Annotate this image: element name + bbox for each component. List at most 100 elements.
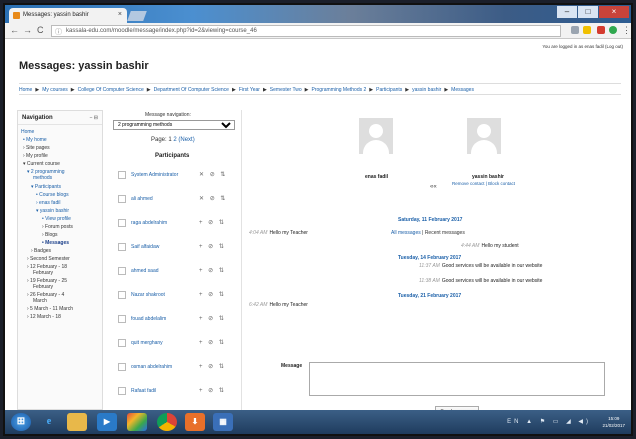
nav-item-week-12-mar[interactable]: › 12 March - 18: [27, 314, 61, 320]
participant-name-link[interactable]: ali ahmed: [131, 196, 153, 202]
breadcrumb-item[interactable]: College Of Computer Science: [78, 87, 144, 93]
breadcrumb-item[interactable]: Participants: [376, 87, 402, 93]
nav-item-view-profile[interactable]: • View profile: [42, 216, 71, 222]
participant-contact-actions-icon[interactable]: + ⊘ ⇅: [199, 291, 226, 298]
url-text: kassala-edu.com/moodle/message/index.php…: [66, 28, 257, 34]
tab-close-icon[interactable]: ×: [118, 11, 122, 18]
file-explorer-icon[interactable]: [67, 413, 87, 431]
breadcrumb-item[interactable]: Semester Two: [270, 87, 302, 93]
nav-item-enas-fadil[interactable]: › enas fadil: [36, 200, 60, 206]
nav-item-current-course[interactable]: ▾ Current course: [23, 161, 60, 167]
internet-explorer-icon[interactable]: e: [39, 413, 59, 431]
participant-contact-actions-icon[interactable]: + ⊘ ⇅: [199, 243, 226, 250]
java-icon[interactable]: ⬇: [185, 413, 205, 431]
participant-name-link[interactable]: System Administrator: [131, 172, 178, 178]
participant-picture-icon[interactable]: [118, 315, 126, 323]
reload-button[interactable]: C: [37, 25, 44, 35]
system-clock[interactable]: 15:09 21/02/2017: [602, 415, 625, 429]
system-tray-icons[interactable]: EN ▲ ⚑ ▭ ◢ ◀): [507, 418, 591, 425]
close-window-button[interactable]: ×: [599, 6, 629, 18]
breadcrumb-item[interactable]: yassin bashir: [412, 87, 441, 93]
breadcrumb-item[interactable]: Department Of Computer Science: [154, 87, 229, 93]
block-controls-icon[interactable]: – ⊟: [90, 115, 98, 121]
media-player-icon[interactable]: ▶: [97, 413, 117, 431]
translate-icon[interactable]: [571, 26, 579, 34]
start-button-icon[interactable]: ⊞: [11, 413, 31, 431]
profile-icon[interactable]: [609, 26, 617, 34]
nav-item-week-12-feb-cont[interactable]: February: [33, 270, 53, 276]
nav-item-week-26-feb-cont[interactable]: March: [33, 298, 47, 304]
nav-item-messages[interactable]: • Messages: [42, 240, 69, 246]
participant-contact-actions-icon[interactable]: + ⊘ ⇅: [199, 339, 226, 346]
breadcrumb-item[interactable]: First Year: [239, 87, 260, 93]
forward-button[interactable]: →: [23, 25, 32, 35]
nav-item-course-cont[interactable]: methods: [33, 175, 52, 181]
participant-name-link[interactable]: Saif alfaidaw: [131, 244, 159, 250]
message-navigation-select[interactable]: 2 programming methods: [113, 120, 235, 130]
address-bar[interactable]: ⓘ kassala-edu.com/moodle/message/index.p…: [51, 25, 561, 37]
participant-picture-icon[interactable]: [118, 195, 126, 203]
nav-item-participants[interactable]: ▾ Participants: [31, 184, 61, 190]
participant-contact-actions-icon[interactable]: + ⊘ ⇅: [199, 219, 226, 226]
participant-picture-icon[interactable]: [118, 171, 126, 179]
login-info[interactable]: You are logged in as enas fadil (Log out…: [542, 44, 623, 49]
nav-item-yassin-bashir[interactable]: ▾ yassin bashir: [36, 208, 69, 214]
participant-name-link[interactable]: osman abdelrahim: [131, 364, 172, 370]
participant-name-link[interactable]: quit merghany: [131, 340, 163, 346]
maximize-button[interactable]: □: [578, 6, 598, 18]
participant-picture-icon[interactable]: [118, 363, 126, 371]
participant-name-link[interactable]: fouad abdelalim: [131, 316, 166, 322]
page-next-link[interactable]: (Next): [178, 137, 194, 143]
participant-contact-actions-icon[interactable]: + ⊘ ⇅: [199, 387, 226, 394]
page-2-link[interactable]: 2: [173, 137, 176, 143]
paint-icon[interactable]: [127, 413, 147, 431]
nav-item-badges[interactable]: › Badges: [31, 248, 51, 254]
breadcrumb-item[interactable]: Programming Methods 2: [312, 87, 367, 93]
nav-item-week-5-mar[interactable]: › 5 March - 11 March: [27, 306, 73, 312]
participant-contact-actions-icon[interactable]: + ⊘ ⇅: [199, 363, 226, 370]
tab-all-messages[interactable]: All messages: [391, 230, 421, 236]
nav-item-blogs[interactable]: › Blogs: [42, 232, 58, 238]
chrome-icon[interactable]: [157, 413, 177, 431]
participant-contact-actions-icon[interactable]: + ⊘ ⇅: [199, 267, 226, 274]
contact-actions-links[interactable]: Remove contact | Block contact: [452, 181, 515, 186]
nav-item-course-blogs[interactable]: • Course blogs: [36, 192, 69, 198]
back-button[interactable]: ←: [10, 25, 19, 35]
nav-item-second-semester[interactable]: › Second Semester: [27, 256, 70, 262]
breadcrumb-item[interactable]: My courses: [42, 87, 68, 93]
new-tab-button[interactable]: [127, 11, 147, 21]
nav-item-home[interactable]: Home: [21, 129, 34, 135]
participant-picture-icon[interactable]: [118, 339, 126, 347]
participant-picture-icon[interactable]: [118, 291, 126, 299]
message-textarea[interactable]: [309, 362, 605, 396]
participant-picture-icon[interactable]: [118, 267, 126, 275]
breadcrumb-item[interactable]: Messages: [451, 87, 474, 93]
participant-contact-actions-icon[interactable]: ✕ ⊘ ⇅: [199, 171, 227, 178]
user1-name[interactable]: enas fadil: [365, 174, 388, 180]
document-app-icon[interactable]: ▦: [213, 413, 233, 431]
participant-name-link[interactable]: raga abdelrahim: [131, 220, 167, 226]
bookmark-star-icon[interactable]: [583, 26, 591, 34]
tab-recent-messages[interactable]: Recent messages: [425, 230, 465, 236]
participant-picture-icon[interactable]: [118, 387, 126, 395]
message-item: 6:42 AM Hello my Teacher: [249, 302, 308, 308]
nav-item-my-home[interactable]: • My home: [23, 137, 47, 143]
nav-item-site-pages[interactable]: › Site pages: [23, 145, 50, 151]
minimize-button[interactable]: –: [557, 6, 577, 18]
participant-contact-actions-icon[interactable]: + ⊘ ⇅: [199, 315, 226, 322]
menu-icon[interactable]: ⋮: [622, 25, 631, 36]
participant-name-link[interactable]: ahmed saad: [131, 268, 159, 274]
breadcrumb-item[interactable]: Home: [19, 87, 32, 93]
nav-item-week-19-feb-cont[interactable]: February: [33, 284, 53, 290]
site-info-icon[interactable]: ⓘ: [55, 27, 62, 36]
participant-name-link[interactable]: Rafaat fadil: [131, 388, 156, 394]
participant-name-link[interactable]: Nazar shakroot: [131, 292, 165, 298]
nav-item-my-profile[interactable]: › My profile: [23, 153, 48, 159]
user2-name[interactable]: yassin bashir: [472, 174, 504, 180]
participant-picture-icon[interactable]: [118, 243, 126, 251]
browser-tab[interactable]: Messages: yassin bashir ×: [9, 8, 127, 23]
extension-icon[interactable]: [597, 26, 605, 34]
nav-item-forum-posts[interactable]: › Forum posts: [42, 224, 73, 230]
participant-contact-actions-icon[interactable]: ✕ ⊘ ⇅: [199, 195, 227, 202]
participant-picture-icon[interactable]: [118, 219, 126, 227]
